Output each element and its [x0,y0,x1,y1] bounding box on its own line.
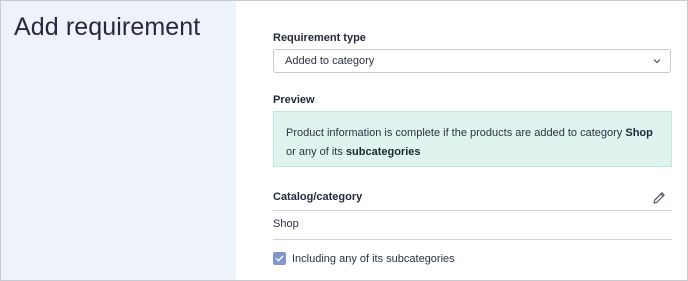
requirement-type-value: Added to category [285,55,375,67]
dialog-frame: Add requirement Requirement type Added t… [0,0,688,281]
preview-label: Preview [273,94,315,106]
preview-text-middle: or any of its [286,146,346,158]
catalog-category-value: Shop [273,218,299,230]
include-subcategories-label: Including any of its subcategories [292,252,455,265]
chevron-down-icon [653,59,661,64]
catalog-category-label: Catalog/category [273,191,363,203]
preview-category: Shop [625,127,653,139]
preview-text-before: Product information is complete if the p… [286,127,626,139]
requirement-form: Requirement type Added to category Previ… [236,1,687,280]
left-pane: Add requirement [1,1,236,280]
pencil-icon[interactable] [651,190,667,206]
requirement-type-label: Requirement type [273,32,366,44]
checkmark-icon [275,255,284,262]
include-subcategories-checkbox[interactable] [273,252,286,265]
include-subcategories-option[interactable]: Including any of its subcategories [273,252,455,265]
divider [273,210,672,211]
preview-box: Product information is complete if the p… [273,111,672,167]
divider [273,239,672,240]
requirement-type-select[interactable]: Added to category [273,49,671,73]
preview-subcategories: subcategories [345,146,421,158]
page-title: Add requirement [14,13,201,41]
